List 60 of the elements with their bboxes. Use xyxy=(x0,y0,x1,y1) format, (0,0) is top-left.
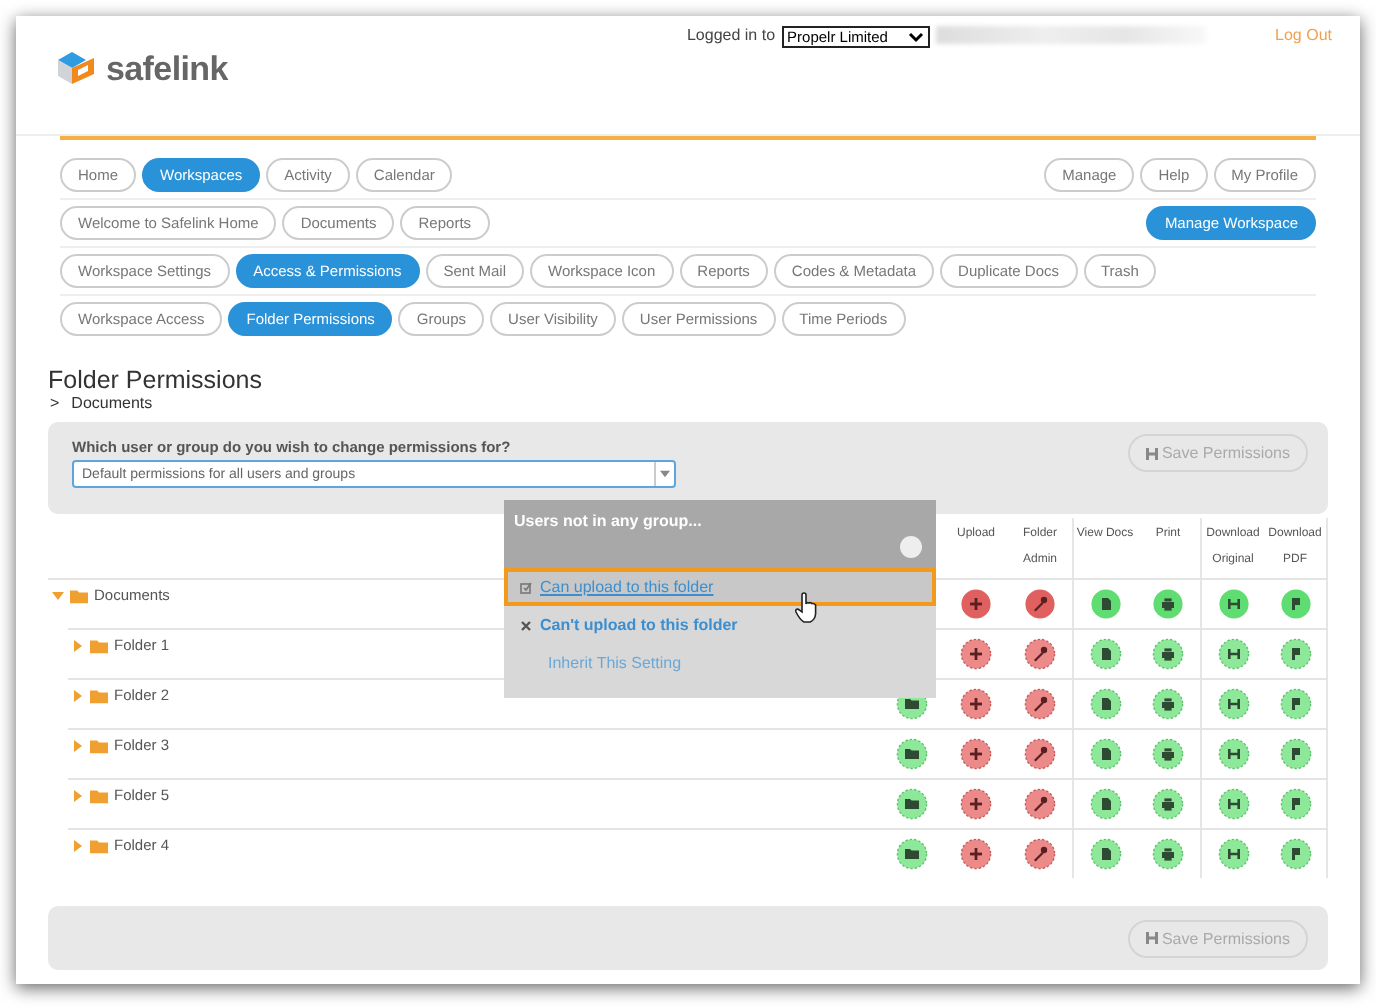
breadcrumb-separator: > xyxy=(50,394,60,414)
pdf-permission-icon[interactable] xyxy=(1279,588,1311,620)
pdf-permission-icon[interactable] xyxy=(1279,638,1311,670)
download-permission-icon[interactable] xyxy=(1217,638,1249,670)
circle-icon xyxy=(900,536,922,558)
permission-option[interactable]: Can't upload to this folder xyxy=(504,606,936,644)
download-permission-icon[interactable] xyxy=(1217,788,1249,820)
caret-icon xyxy=(660,470,670,478)
printer-permission-icon[interactable] xyxy=(1152,588,1184,620)
pdf-permission-icon[interactable] xyxy=(1279,738,1311,770)
wrench-permission-icon[interactable] xyxy=(1024,838,1056,870)
wrench-permission-icon[interactable] xyxy=(1024,738,1056,770)
folder-icon xyxy=(90,788,108,804)
doc-permission-icon[interactable] xyxy=(1089,588,1121,620)
download-permission-icon[interactable] xyxy=(1217,738,1249,770)
printer-permission-icon[interactable] xyxy=(1152,688,1184,720)
plus-permission-icon[interactable] xyxy=(960,688,992,720)
download-permission-icon[interactable] xyxy=(1217,838,1249,870)
doc-permission-icon[interactable] xyxy=(1089,738,1121,770)
plus-permission-icon[interactable] xyxy=(960,788,992,820)
printer-permission-icon[interactable] xyxy=(1152,838,1184,870)
plus-permission-icon[interactable] xyxy=(960,838,992,870)
wrench-permission-icon[interactable] xyxy=(1024,638,1056,670)
pdf-permission-icon[interactable] xyxy=(1279,788,1311,820)
save-icon xyxy=(1145,447,1158,459)
folder-icon xyxy=(90,688,108,704)
download-permission-icon[interactable] xyxy=(1217,588,1249,620)
breadcrumb-item[interactable]: Documents xyxy=(71,394,153,414)
plus-permission-icon[interactable] xyxy=(960,588,992,620)
folder-permission-icon[interactable] xyxy=(896,838,928,870)
folder-permission-icon[interactable] xyxy=(896,788,928,820)
wrench-permission-icon[interactable] xyxy=(1024,788,1056,820)
chevron-icon xyxy=(907,31,924,43)
printer-permission-icon[interactable] xyxy=(1152,638,1184,670)
save-icon xyxy=(1145,932,1158,944)
download-permission-icon[interactable] xyxy=(1217,688,1249,720)
plus-permission-icon[interactable] xyxy=(960,738,992,770)
wrench-permission-icon[interactable] xyxy=(1024,588,1056,620)
folder-icon xyxy=(90,738,108,754)
logo-text: safelink xyxy=(106,49,228,89)
plus-permission-icon[interactable] xyxy=(960,638,992,670)
folder-icon xyxy=(90,838,108,854)
printer-permission-icon[interactable] xyxy=(1152,788,1184,820)
cross-icon xyxy=(520,619,532,631)
pdf-permission-icon[interactable] xyxy=(1279,838,1311,870)
doc-permission-icon[interactable] xyxy=(1089,788,1121,820)
hand-cursor-icon xyxy=(794,592,818,624)
folder-permission-icon[interactable] xyxy=(896,738,928,770)
pdf-permission-icon[interactable] xyxy=(1279,688,1311,720)
page-title: Folder Permissions xyxy=(48,366,264,394)
printer-permission-icon[interactable] xyxy=(1152,738,1184,770)
wrench-permission-icon[interactable] xyxy=(1024,688,1056,720)
checkbox-icon xyxy=(520,581,532,593)
doc-permission-icon[interactable] xyxy=(1089,688,1121,720)
folder-icon xyxy=(90,638,108,654)
doc-permission-icon[interactable] xyxy=(1089,638,1121,670)
login-label: Logged in to xyxy=(686,26,776,44)
doc-permission-icon[interactable] xyxy=(1089,838,1121,870)
popup-title: Users not in any group... xyxy=(514,512,702,530)
folder-icon xyxy=(70,588,88,604)
